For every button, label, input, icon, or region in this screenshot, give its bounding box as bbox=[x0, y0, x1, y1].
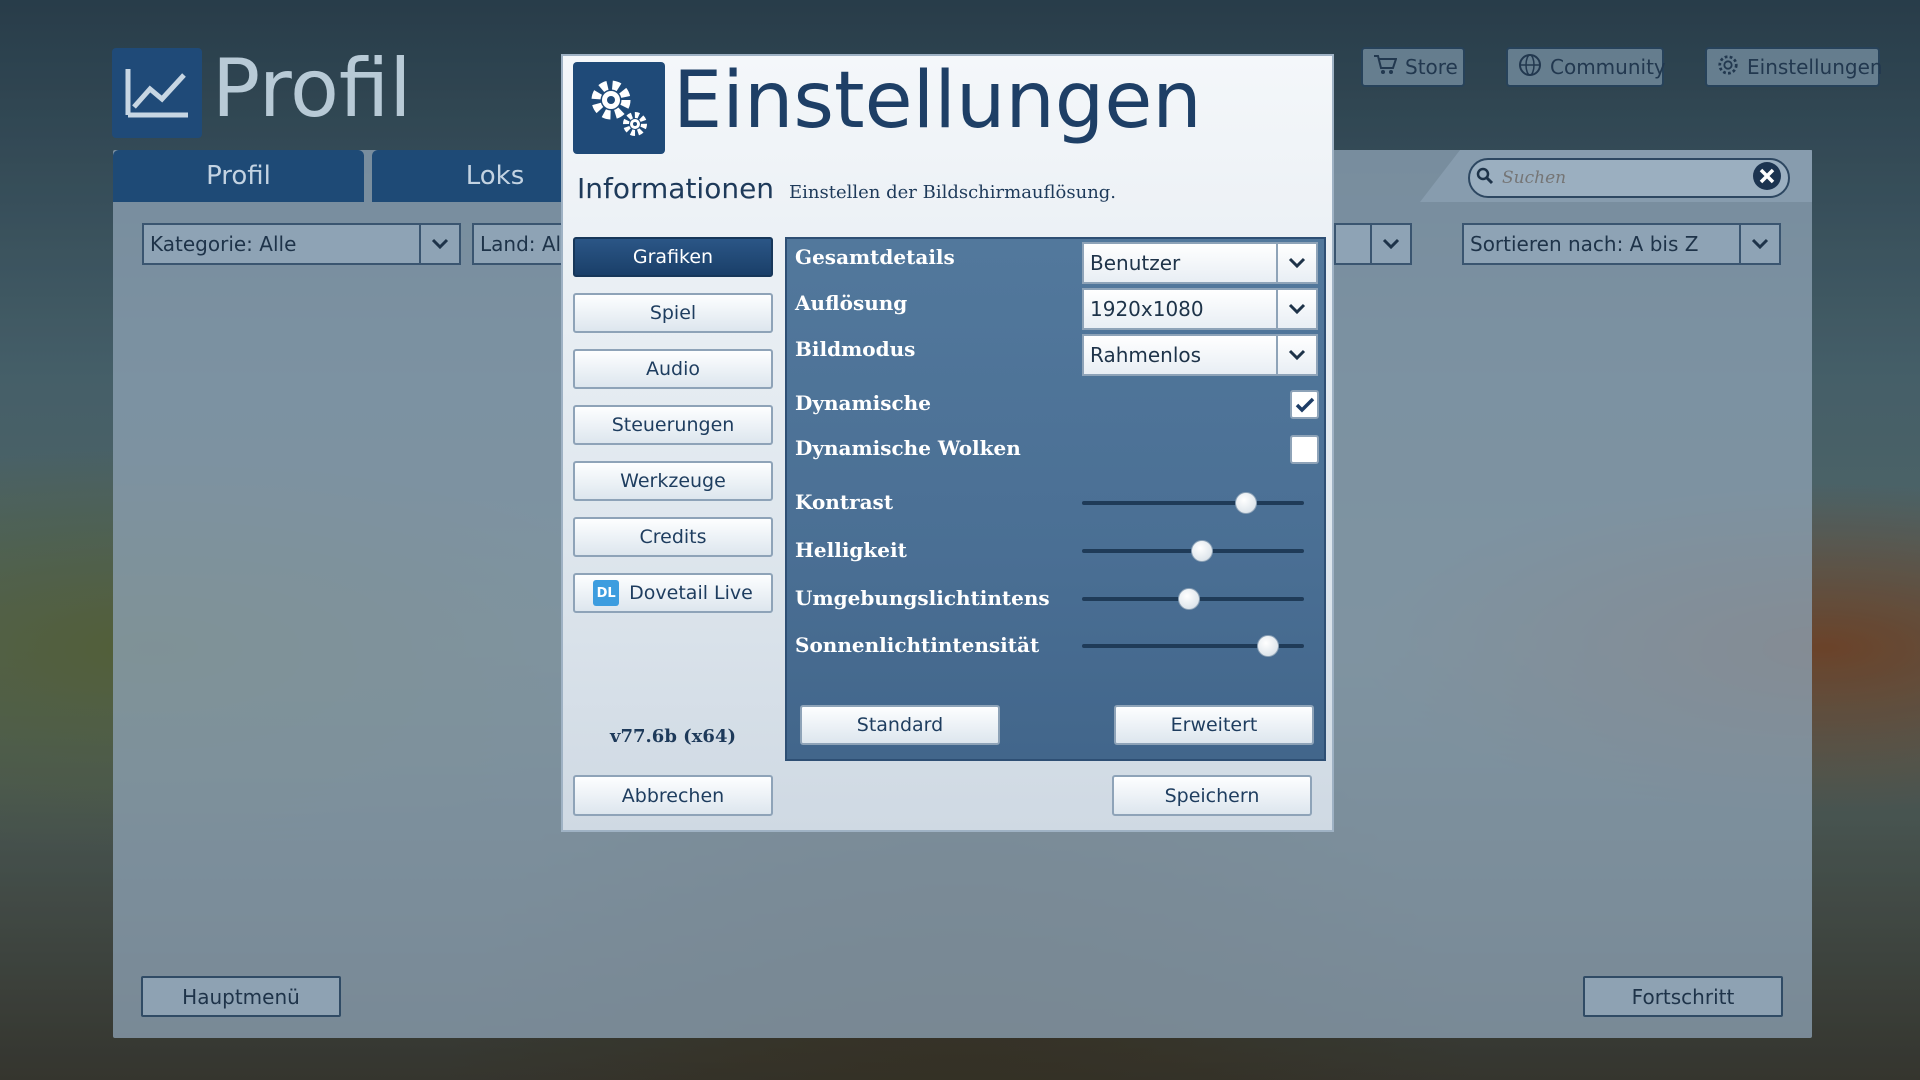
nav-controls[interactable]: Steuerungen bbox=[573, 405, 773, 445]
community-button[interactable]: Community bbox=[1506, 47, 1666, 87]
slider-thumb[interactable] bbox=[1235, 492, 1258, 514]
nav-dovetail-live[interactable]: DL Dovetail Live bbox=[573, 573, 773, 613]
ambient-light-label: Umgebungslichtintens bbox=[795, 586, 1050, 610]
dialog-title: Einstellungen bbox=[673, 56, 1202, 146]
chevron-down-icon bbox=[1370, 225, 1410, 263]
clear-search-icon[interactable] bbox=[1752, 161, 1782, 195]
chevron-down-icon bbox=[1739, 225, 1779, 263]
chevron-down-icon bbox=[419, 225, 459, 263]
sort-filter[interactable]: Sortieren nach: A bis Z bbox=[1462, 223, 1781, 265]
display-mode-label: Bildmodus bbox=[795, 337, 916, 361]
contrast-label: Kontrast bbox=[795, 490, 894, 514]
info-text: Einstellen der Bildschirmauflösung. bbox=[789, 182, 1117, 203]
display-mode-select[interactable]: Rahmenlos bbox=[1082, 334, 1318, 376]
settings-dialog: Einstellungen Informationen Einstellen d… bbox=[561, 54, 1334, 832]
graphics-settings-panel: Gesamtdetails Benutzer Auflösung 1920x10… bbox=[785, 237, 1326, 761]
gear-icon bbox=[1717, 54, 1739, 81]
gears-icon bbox=[573, 62, 665, 154]
checkmark-icon bbox=[1295, 397, 1315, 413]
category-filter[interactable]: Kategorie: Alle bbox=[142, 223, 461, 265]
nav-tools[interactable]: Werkzeuge bbox=[573, 461, 773, 501]
progress-button[interactable]: Fortschritt bbox=[1583, 976, 1783, 1017]
overall-details-select[interactable]: Benutzer bbox=[1082, 242, 1318, 284]
sunlight-label: Sonnenlichtintensität bbox=[795, 633, 1040, 657]
brightness-label: Helligkeit bbox=[795, 538, 907, 562]
globe-icon bbox=[1518, 53, 1542, 82]
slider-thumb[interactable] bbox=[1177, 588, 1200, 610]
filter-partial[interactable] bbox=[1334, 223, 1412, 265]
nav-audio[interactable]: Audio bbox=[573, 349, 773, 389]
search-box[interactable] bbox=[1468, 158, 1790, 198]
dynamic-label: Dynamische bbox=[795, 391, 931, 415]
nav-game[interactable]: Spiel bbox=[573, 293, 773, 333]
info-label: Informationen bbox=[577, 172, 775, 205]
default-button[interactable]: Standard bbox=[800, 705, 1000, 745]
resolution-select[interactable]: 1920x1080 bbox=[1082, 288, 1318, 330]
contrast-slider[interactable] bbox=[1082, 492, 1304, 514]
ambient-light-slider[interactable] bbox=[1082, 588, 1304, 610]
search-input[interactable] bbox=[1502, 168, 1744, 188]
main-menu-button[interactable]: Hauptmenü bbox=[141, 976, 341, 1017]
tab-profile[interactable]: Profil bbox=[113, 150, 364, 202]
save-button[interactable]: Speichern bbox=[1112, 775, 1312, 816]
dynamic-clouds-checkbox[interactable] bbox=[1290, 435, 1319, 464]
sunlight-slider[interactable] bbox=[1082, 635, 1304, 657]
cart-icon bbox=[1373, 54, 1398, 81]
search-icon bbox=[1476, 167, 1494, 189]
store-button[interactable]: Store bbox=[1361, 47, 1465, 87]
chevron-down-icon bbox=[1276, 336, 1316, 374]
slider-thumb[interactable] bbox=[1257, 635, 1280, 657]
dovetail-live-icon: DL bbox=[593, 580, 620, 606]
slider-thumb[interactable] bbox=[1190, 540, 1213, 562]
profile-chart-icon bbox=[112, 48, 202, 138]
nav-graphics[interactable]: Grafiken bbox=[573, 237, 773, 277]
dynamic-clouds-label: Dynamische Wolken bbox=[795, 436, 1021, 460]
resolution-label: Auflösung bbox=[795, 291, 908, 315]
chevron-down-icon bbox=[1276, 244, 1316, 282]
brightness-slider[interactable] bbox=[1082, 540, 1304, 562]
cancel-button[interactable]: Abbrechen bbox=[573, 775, 773, 816]
profile-page-title: Profil bbox=[212, 42, 412, 135]
overall-details-label: Gesamtdetails bbox=[795, 245, 955, 269]
dynamic-checkbox[interactable] bbox=[1290, 390, 1319, 419]
country-filter[interactable]: Land: Alle bbox=[472, 223, 572, 265]
chevron-down-icon bbox=[1276, 290, 1316, 328]
version-label: v77.6b (x64) bbox=[610, 726, 736, 747]
nav-credits[interactable]: Credits bbox=[573, 517, 773, 557]
settings-button[interactable]: Einstellungen bbox=[1705, 47, 1883, 87]
advanced-button[interactable]: Erweitert bbox=[1114, 705, 1314, 745]
